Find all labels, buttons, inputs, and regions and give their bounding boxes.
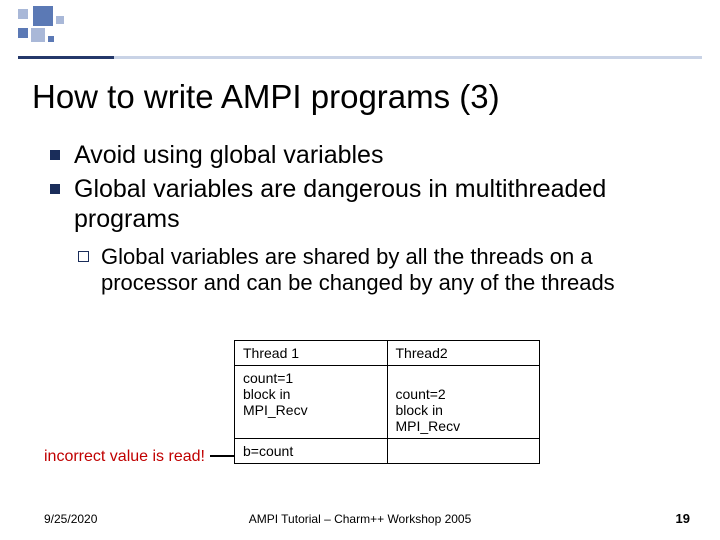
- bullet-item: Avoid using global variables: [50, 140, 680, 170]
- table-head-cell: Thread 1: [235, 341, 388, 366]
- table-cell: count=2 block in MPI_Recv: [387, 366, 540, 439]
- table-foot-cell: [387, 439, 540, 464]
- bullet-item: Global variables are dangerous in multit…: [50, 174, 680, 234]
- header-decoration: [0, 0, 720, 60]
- corner-squares-icon: [18, 6, 62, 50]
- callout-text: incorrect value is read!: [44, 448, 205, 466]
- page-number: 19: [676, 511, 690, 526]
- footer-caption: AMPI Tutorial – Charm++ Workshop 2005: [0, 512, 720, 526]
- table-foot-cell: b=count: [235, 439, 388, 464]
- header-rule: [18, 56, 702, 59]
- bullet-text: Avoid using global variables: [74, 140, 383, 170]
- slide-title: How to write AMPI programs (3): [32, 78, 500, 116]
- bullet-square-icon: [50, 150, 60, 160]
- sub-bullet-item: Global variables are shared by all the t…: [78, 244, 680, 297]
- sub-bullet-text: Global variables are shared by all the t…: [101, 244, 680, 297]
- bullet-text: Global variables are dangerous in multit…: [74, 174, 680, 234]
- bullet-square-icon: [50, 184, 60, 194]
- connector-line: [210, 455, 234, 457]
- table-head-cell: Thread2: [387, 341, 540, 366]
- thread-table: Thread 1 Thread2 count=1 block in MPI_Re…: [234, 340, 540, 464]
- table-cell: count=1 block in MPI_Recv: [235, 366, 388, 439]
- hollow-square-icon: [78, 251, 89, 262]
- content-area: Avoid using global variables Global vari…: [50, 140, 680, 297]
